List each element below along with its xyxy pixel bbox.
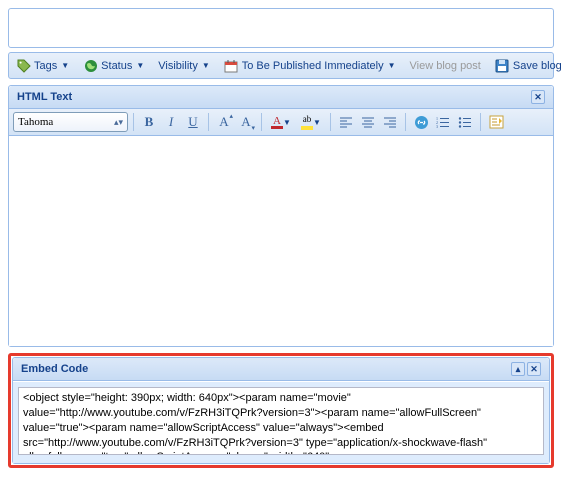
separator [208, 113, 209, 131]
ordered-list-button[interactable]: 123 [433, 112, 453, 132]
highlighter-icon [301, 124, 313, 130]
title-input[interactable] [11, 11, 551, 45]
font-increase-button[interactable]: A▴ [214, 112, 234, 132]
status-label: Status [101, 60, 132, 72]
status-button[interactable]: Status ▼ [80, 56, 147, 75]
chevron-down-icon: ▼ [202, 61, 210, 70]
globe-icon [83, 58, 98, 73]
italic-button[interactable]: I [161, 112, 181, 132]
chevron-down-icon: ▼ [388, 61, 396, 70]
underline-button[interactable]: U [183, 112, 203, 132]
embed-code-panel: Embed Code ▴ ✕ [12, 357, 550, 464]
tags-button[interactable]: Tags ▼ [13, 56, 72, 75]
font-color-button[interactable]: A ▼ [267, 112, 287, 132]
separator [405, 113, 406, 131]
close-icon[interactable]: ✕ [531, 90, 545, 104]
embed-body [13, 381, 549, 463]
chevron-down-icon: ▼ [283, 118, 291, 127]
html-text-title: HTML Text [17, 91, 72, 103]
highlight-button[interactable]: ab ▼ [297, 112, 317, 132]
chevron-down-icon: ▼ [136, 61, 144, 70]
embed-code-textarea[interactable] [18, 387, 544, 455]
schedule-label: To Be Published Immediately [242, 60, 384, 72]
calendar-icon [224, 58, 239, 73]
visibility-label: Visibility [158, 60, 198, 72]
editor-toolbar: Tahoma ▴▾ B I U A▴ A▾ A ▼ ab ▼ [9, 109, 553, 136]
svg-text:3: 3 [436, 124, 438, 128]
align-right-button[interactable] [380, 112, 400, 132]
font-decrease-button[interactable]: A▾ [236, 112, 256, 132]
separator [330, 113, 331, 131]
unordered-list-button[interactable] [455, 112, 475, 132]
source-edit-button[interactable] [486, 112, 506, 132]
chevron-down-icon: ▼ [313, 118, 321, 127]
visibility-button[interactable]: Visibility ▼ [155, 58, 212, 74]
embed-code-header: Embed Code ▴ ✕ [13, 358, 549, 381]
html-text-header: HTML Text ✕ [9, 86, 553, 109]
editor-body[interactable] [9, 136, 553, 346]
link-button[interactable] [411, 112, 431, 132]
save-post-button[interactable]: Save blog post [492, 56, 562, 75]
bold-button[interactable]: B [139, 112, 159, 132]
embed-highlight-box: Embed Code ▴ ✕ [8, 353, 554, 468]
close-icon[interactable]: ✕ [527, 362, 541, 376]
save-icon [495, 58, 510, 73]
select-arrows-icon: ▴▾ [114, 117, 123, 128]
font-selected-label: Tahoma [18, 116, 53, 128]
separator [480, 113, 481, 131]
chevron-down-icon: ▼ [61, 61, 69, 70]
save-post-label: Save blog post [513, 60, 562, 72]
separator [261, 113, 262, 131]
action-toolbar: Tags ▼ Status ▼ Visibility ▼ To Be Publi… [8, 52, 554, 79]
embed-code-title: Embed Code [21, 363, 88, 375]
align-center-button[interactable] [358, 112, 378, 132]
separator [133, 113, 134, 131]
collapse-icon[interactable]: ▴ [511, 362, 525, 376]
view-post-button: View blog post [407, 58, 484, 74]
view-post-label: View blog post [410, 60, 481, 72]
tags-icon [16, 58, 31, 73]
font-selector[interactable]: Tahoma ▴▾ [13, 112, 128, 132]
html-text-panel: HTML Text ✕ Tahoma ▴▾ B I U A▴ A▾ A ▼ ab [8, 85, 554, 347]
align-left-button[interactable] [336, 112, 356, 132]
tags-label: Tags [34, 60, 57, 72]
title-field-wrap [8, 8, 554, 48]
schedule-button[interactable]: To Be Published Immediately ▼ [221, 56, 399, 75]
